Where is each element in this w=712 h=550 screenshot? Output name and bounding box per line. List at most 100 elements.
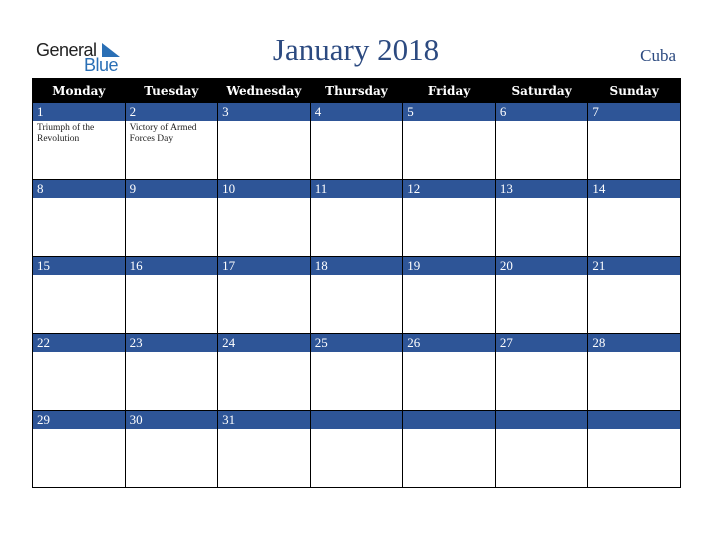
day-cell[interactable]: 28	[587, 333, 681, 411]
week-row: 15 16 17 18 19 20 21	[32, 256, 681, 334]
day-cell[interactable]: 2 Victory of Armed Forces Day	[124, 102, 219, 180]
day-number: 4	[310, 103, 403, 121]
day-cell[interactable]: 19	[402, 256, 496, 334]
holiday-label	[311, 429, 403, 433]
day-number: 16	[125, 257, 218, 275]
day-cell[interactable]: 29	[32, 410, 126, 488]
day-cell[interactable]: 9	[124, 179, 219, 257]
day-number: 14	[588, 180, 680, 198]
day-cell[interactable]: 26	[402, 333, 496, 411]
day-cell[interactable]: 31	[217, 410, 311, 488]
day-cell[interactable]: 16	[124, 256, 219, 334]
holiday-label	[33, 198, 125, 202]
holiday-label	[218, 198, 310, 202]
day-cell[interactable]: 21	[587, 256, 681, 334]
day-cell[interactable]: 1 Triumph of the Revolution	[32, 102, 126, 180]
page-title: January 2018	[272, 32, 440, 67]
day-number	[588, 411, 680, 429]
holiday-label	[403, 429, 495, 433]
day-number: 15	[33, 257, 125, 275]
holiday-label	[126, 429, 218, 433]
holiday-label	[33, 275, 125, 279]
holiday-label	[588, 429, 680, 433]
day-number: 13	[495, 180, 588, 198]
day-number: 8	[33, 180, 125, 198]
day-cell[interactable]: 12	[402, 179, 496, 257]
weekday-header: Sunday	[587, 78, 681, 103]
day-cell[interactable]: 8	[32, 179, 126, 257]
day-number	[403, 411, 495, 429]
holiday-label	[126, 352, 218, 356]
day-cell[interactable]	[587, 410, 681, 488]
day-number: 21	[588, 257, 680, 275]
day-number: 24	[218, 334, 310, 352]
weekday-header-row: Monday Tuesday Wednesday Thursday Friday…	[32, 78, 681, 103]
holiday-label	[126, 198, 218, 202]
week-row: 8 9 10 11 12 13 14	[32, 179, 681, 257]
day-number: 22	[33, 334, 125, 352]
day-number	[310, 411, 403, 429]
day-cell[interactable]: 22	[32, 333, 126, 411]
day-cell[interactable]: 17	[217, 256, 311, 334]
holiday-label	[496, 429, 588, 433]
holiday-label: Triumph of the Revolution	[37, 123, 95, 144]
week-row: 1 Triumph of the Revolution 2 Victory of Ar…	[32, 102, 681, 180]
day-cell[interactable]: 3	[217, 102, 311, 180]
day-number: 11	[310, 180, 403, 198]
holiday-label	[33, 352, 125, 356]
day-number: 31	[218, 411, 310, 429]
week-row: 22 23 24 25 26 27 28	[32, 333, 681, 411]
day-cell[interactable]: 20	[494, 256, 589, 334]
holiday-label	[311, 198, 403, 202]
day-cell[interactable]	[309, 410, 404, 488]
day-cell[interactable]: 7	[587, 102, 681, 180]
holiday-label	[496, 352, 588, 356]
day-cell[interactable]: 6	[494, 102, 589, 180]
day-cell[interactable]: 10	[217, 179, 311, 257]
holiday-label	[496, 121, 588, 125]
holiday-label: Victory of Armed Forces Day	[129, 123, 197, 144]
weekday-header: Tuesday	[124, 78, 219, 103]
day-number: 23	[125, 334, 218, 352]
day-number: 2	[125, 103, 218, 121]
holiday-label	[33, 429, 125, 433]
day-cell[interactable]: 13	[494, 179, 589, 257]
weekday-header: Saturday	[494, 78, 589, 103]
holiday-label	[126, 275, 218, 279]
holiday-label	[496, 275, 588, 279]
day-number: 17	[218, 257, 310, 275]
holiday-label	[218, 352, 310, 356]
day-cell[interactable]: 18	[309, 256, 404, 334]
day-cell[interactable]	[494, 410, 589, 488]
day-number	[495, 411, 588, 429]
day-cell[interactable]: 14	[587, 179, 681, 257]
holiday-label	[311, 352, 403, 356]
holiday-label	[311, 121, 403, 125]
day-cell[interactable]: 27	[494, 333, 589, 411]
day-cell[interactable]	[402, 410, 496, 488]
day-number: 20	[495, 257, 588, 275]
day-cell[interactable]: 24	[217, 333, 311, 411]
day-number: 18	[310, 257, 403, 275]
day-cell[interactable]: 11	[309, 179, 404, 257]
day-cell[interactable]: 30	[124, 410, 219, 488]
day-cell[interactable]: 23	[124, 333, 219, 411]
holiday-label	[588, 352, 680, 356]
day-number: 27	[495, 334, 588, 352]
day-number: 10	[218, 180, 310, 198]
day-number: 28	[588, 334, 680, 352]
day-number: 29	[33, 411, 125, 429]
day-number: 19	[403, 257, 495, 275]
day-number: 3	[218, 103, 310, 121]
day-cell[interactable]: 15	[32, 256, 126, 334]
day-cell[interactable]: 5	[402, 102, 496, 180]
day-cell[interactable]: 4	[309, 102, 404, 180]
holiday-label	[496, 198, 588, 202]
day-number: 5	[403, 103, 495, 121]
day-number: 7	[588, 103, 680, 121]
day-number: 26	[403, 334, 495, 352]
holiday-label	[588, 198, 680, 202]
holiday-label	[403, 275, 495, 279]
day-cell[interactable]: 25	[309, 333, 404, 411]
holiday-label	[403, 198, 495, 202]
